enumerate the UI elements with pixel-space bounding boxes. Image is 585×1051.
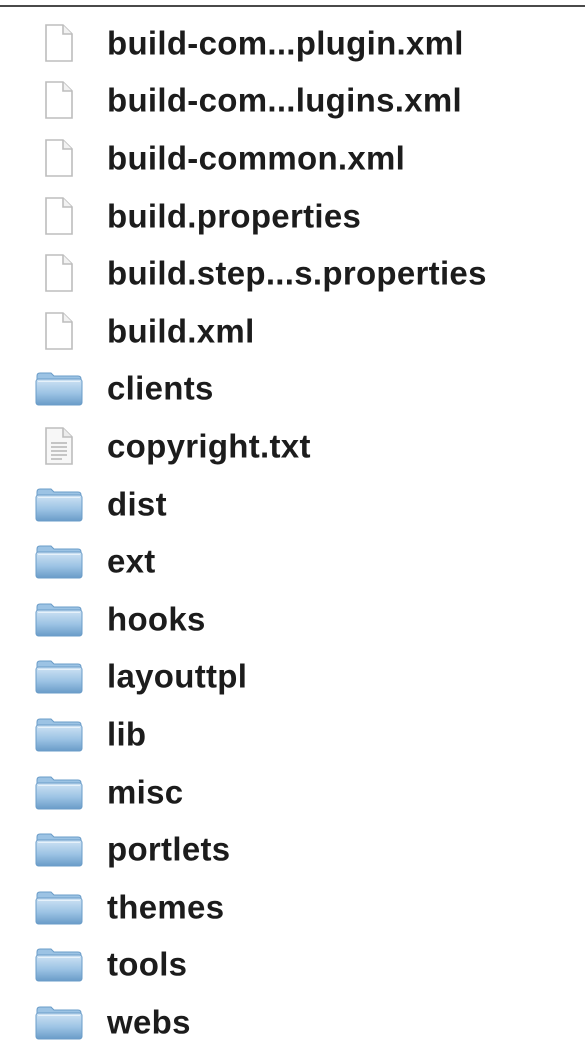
file-item[interactable]: build.properties: [0, 187, 585, 245]
document-icon: [32, 308, 86, 354]
list-top-border: [0, 5, 585, 7]
folder-icon: [32, 769, 86, 815]
item-label: build-common.xml: [107, 139, 406, 177]
folder-icon: [32, 365, 86, 411]
folder-icon: [32, 941, 86, 987]
item-label: copyright.txt: [107, 427, 311, 465]
item-label: build-com...lugins.xml: [107, 81, 462, 119]
folder-icon: [32, 711, 86, 757]
folder-item[interactable]: portlets: [0, 820, 585, 878]
item-label: clients: [107, 369, 214, 407]
file-item[interactable]: build.step...s.properties: [0, 244, 585, 302]
folder-icon: [32, 826, 86, 872]
item-label: build.step...s.properties: [107, 254, 487, 292]
folder-item[interactable]: ext: [0, 532, 585, 590]
item-label: build.properties: [107, 197, 362, 235]
item-label: layouttpl: [107, 657, 248, 695]
folder-item[interactable]: tools: [0, 936, 585, 994]
file-item[interactable]: copyright.txt: [0, 417, 585, 475]
folder-icon: [32, 596, 86, 642]
file-item[interactable]: build-com...lugins.xml: [0, 72, 585, 130]
folder-item[interactable]: layouttpl: [0, 648, 585, 706]
folder-icon: [32, 884, 86, 930]
item-label: misc: [107, 773, 184, 811]
folder-item[interactable]: clients: [0, 360, 585, 418]
file-item[interactable]: build-com...plugin.xml: [0, 14, 585, 72]
folder-item[interactable]: themes: [0, 878, 585, 936]
item-label: ext: [107, 542, 156, 580]
document-icon: [32, 135, 86, 181]
item-label: build-com...plugin.xml: [107, 24, 464, 62]
folder-icon: [32, 999, 86, 1045]
item-label: portlets: [107, 830, 231, 868]
folder-item[interactable]: dist: [0, 475, 585, 533]
folder-item[interactable]: misc: [0, 763, 585, 821]
file-list: build-com...plugin.xml build-com...lugin…: [0, 14, 585, 1051]
item-label: webs: [107, 1003, 191, 1041]
text-document-icon: [32, 423, 86, 469]
document-icon: [32, 20, 86, 66]
item-label: tools: [107, 945, 188, 983]
folder-icon: [32, 653, 86, 699]
item-label: build.xml: [107, 312, 255, 350]
folder-item[interactable]: lib: [0, 705, 585, 763]
item-label: themes: [107, 888, 225, 926]
document-icon: [32, 250, 86, 296]
folder-icon: [32, 538, 86, 584]
folder-item[interactable]: hooks: [0, 590, 585, 648]
folder-icon: [32, 481, 86, 527]
item-label: hooks: [107, 600, 206, 638]
document-icon: [32, 193, 86, 239]
item-label: lib: [107, 715, 147, 753]
item-label: dist: [107, 485, 167, 523]
file-item[interactable]: build.xml: [0, 302, 585, 360]
document-icon: [32, 77, 86, 123]
file-item[interactable]: build-common.xml: [0, 129, 585, 187]
folder-item[interactable]: webs: [0, 993, 585, 1051]
